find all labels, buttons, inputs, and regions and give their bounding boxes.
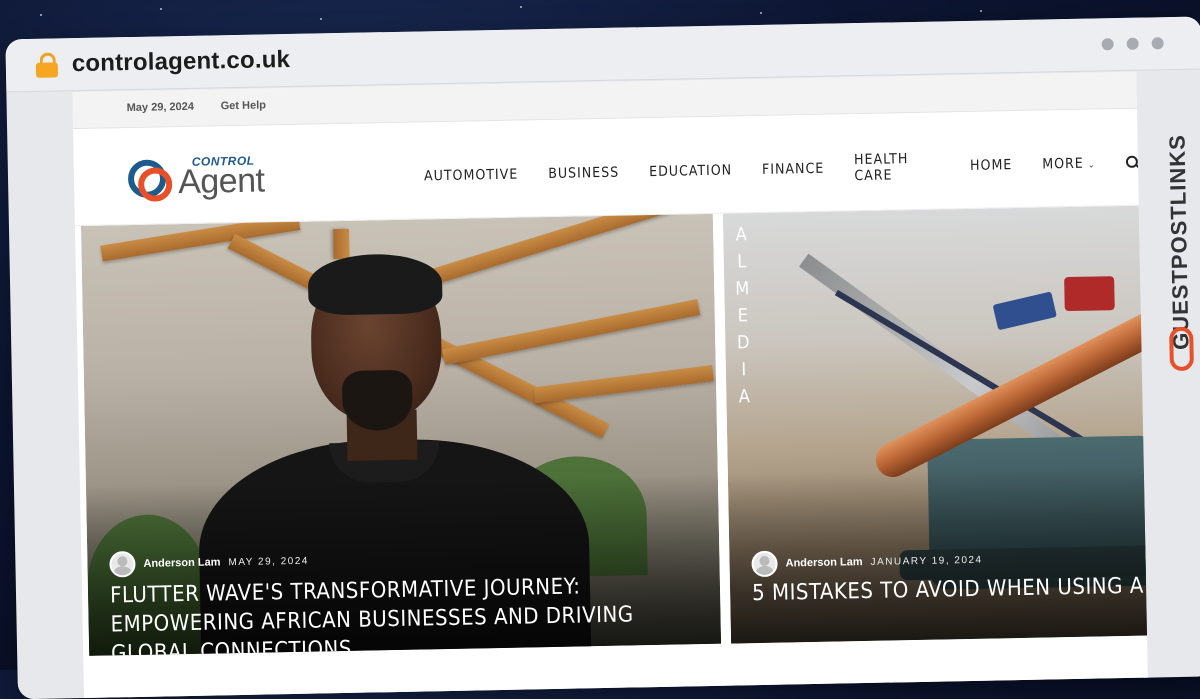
post-date: JANUARY 19, 2024 [870,554,983,568]
current-date: May 29, 2024 [126,100,195,115]
nav-item-automotive[interactable]: AUTOMOTIVE [424,167,518,185]
author-name[interactable]: Anderson Lam [143,556,220,569]
featured-posts: Anderson Lam MAY 29, 2024 FLUTTER WAVE'S… [75,205,1148,656]
page-viewport: May 29, 2024 Get Help CONTROL Agent AUTO… [72,71,1148,699]
lock-icon [35,52,59,78]
url-text[interactable]: controlagent.co.uk [72,46,291,78]
nav-item-education[interactable]: EDUCATION [649,162,732,180]
nav-more-label: MORE [1042,155,1084,173]
avatar [751,550,778,578]
post-title[interactable]: FLUTTER WAVE'S TRANSFORMATIVE JOURNEY: E… [110,570,702,655]
nav-item-finance[interactable]: FINANCE [762,161,824,178]
window-dot-icon [1101,38,1114,51]
image-watermark: ALMEDIA [733,221,757,410]
post-date: MAY 29, 2024 [228,555,309,568]
link-icon [1169,326,1194,372]
avatar [109,551,136,578]
author-name[interactable]: Anderson Lam [785,556,862,569]
featured-card[interactable]: Anderson Lam MAY 29, 2024 FLUTTER WAVE'S… [80,213,722,656]
chevron-down-icon: ⌄ [1087,160,1096,171]
post-meta: Anderson Lam JANUARY 19, 2024 [751,547,983,578]
brand-text: GUESTPOSTLINKS [1164,134,1194,351]
get-help-link[interactable]: Get Help [221,99,266,112]
window-dot-icon [1151,37,1164,50]
nav-item-more[interactable]: MORE ⌄ [1042,156,1096,173]
logo-ring-orange [137,167,173,202]
nav-item-business[interactable]: BUSINESS [548,165,619,182]
post-meta: Anderson Lam MAY 29, 2024 [109,548,309,578]
site-logo[interactable]: CONTROL Agent [127,153,289,204]
browser-window: controlagent.co.uk May 29, 2024 Get Help… [5,16,1200,699]
window-controls [1101,37,1164,51]
watermark-text: ALMEDIA [735,224,753,408]
main-navigation: AUTOMOTIVE BUSINESS EDUCATION FINANCE HE… [424,147,1141,193]
guestpostlinks-badge: GUESTPOSTLINKS [1154,77,1200,378]
window-dot-icon [1126,37,1139,50]
featured-card[interactable]: ALMEDIA Anderson Lam JANUARY 19, 2024 5 … [722,205,1148,644]
search-icon[interactable] [1125,155,1141,170]
nav-item-home[interactable]: HOME [970,157,1013,174]
nav-item-health-care[interactable]: HEALTH CARE [854,150,940,184]
logo-agent-text: Agent [177,161,265,202]
